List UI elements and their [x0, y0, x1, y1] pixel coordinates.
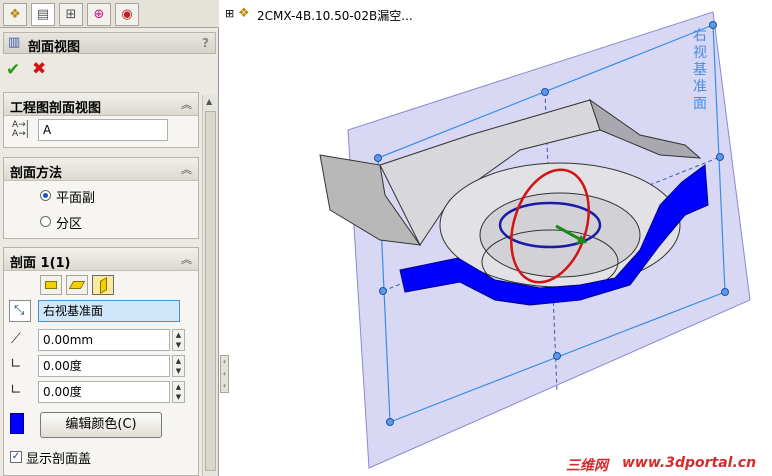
section-plane-xy-button[interactable] — [40, 275, 62, 295]
show-cap-label: 显示剖面盖 — [26, 452, 92, 467]
tab-dimxpert-manager[interactable]: ⊕ — [87, 3, 111, 26]
property-manager-panel: ❖ ▤ ⊞ ⊕ ◉ ▥ 剖面视图 ? ✔ ✖ 工程图剖面视图 ︽ A→| A→| … — [0, 0, 219, 476]
angle-y-field[interactable]: 0.00度 — [38, 381, 170, 403]
property-icon: ▤ — [36, 7, 50, 22]
radio-label: 平面副 — [56, 191, 96, 206]
group-section-1: 剖面 1(1) ︽ ⤡ 右视基准面 ⟋ 0.00mm ▲ ▼ ∟ 0.00度 ▲ ▼… — [3, 247, 199, 476]
radio-zonal[interactable] — [40, 216, 51, 227]
group-title: 剖面 1(1) — [10, 256, 71, 271]
group-header[interactable]: 工程图剖面视图 ︽ — [4, 93, 198, 116]
plane-label: 右视基准面 — [693, 28, 707, 112]
part-icon: ❖ — [238, 6, 250, 21]
scroll-thumb[interactable] — [205, 111, 216, 471]
edit-color-button[interactable]: 编辑颜色(C) — [40, 412, 162, 438]
watermark-text: 三维网 — [566, 458, 608, 474]
display-manager-icon: ◉ — [121, 7, 133, 22]
graphics-viewport[interactable]: 右视基准面 — [220, 0, 772, 476]
property-manager-header: ▥ 剖面视图 ? — [3, 32, 216, 55]
chevron-up-icon[interactable]: ︽ — [181, 96, 192, 112]
angle-y-icon: ∟ — [10, 382, 22, 398]
chevron-up-icon[interactable]: ︽ — [181, 161, 192, 177]
ok-button[interactable]: ✔ — [6, 60, 20, 80]
tab-configuration-manager[interactable]: ⊞ — [59, 3, 83, 26]
reverse-direction-icon: ⤡ — [14, 303, 25, 318]
show-cap-checkbox[interactable]: ✓ — [10, 451, 22, 463]
label-icon: A→| A→| — [12, 120, 29, 139]
page-title: 剖面视图 — [28, 40, 81, 55]
model-view[interactable] — [220, 0, 772, 476]
angle-x-icon: ∟ — [10, 356, 22, 372]
section-color-swatch — [10, 413, 24, 434]
group-header[interactable]: 剖面 1(1) ︽ — [4, 248, 198, 271]
chevron-up-icon[interactable]: ︽ — [181, 251, 192, 267]
tab-feature-manager[interactable]: ❖ — [3, 3, 27, 26]
section-plane-yz-button[interactable] — [92, 275, 114, 295]
manager-tabs: ❖ ▤ ⊞ ⊕ ◉ — [0, 0, 219, 28]
offset-distance-field[interactable]: 0.00mm — [38, 329, 170, 351]
panel-splitter[interactable]: ‹ ‹ ‹ — [220, 355, 229, 393]
group-title: 工程图剖面视图 — [10, 101, 102, 116]
offset-distance-icon: ⟋ — [11, 331, 21, 347]
scroll-up-icon[interactable]: ▲ — [206, 97, 212, 106]
part-name[interactable]: 2CMX-4B.10.50-02B漏空... — [257, 7, 413, 24]
watermark-url: www.3dportal.cn — [622, 455, 757, 471]
tab-display-manager[interactable]: ◉ — [115, 3, 139, 26]
plane-front-icon — [45, 281, 57, 289]
section-view-icon: ▥ — [8, 35, 21, 50]
help-button[interactable]: ? — [202, 36, 209, 50]
section-plane-xz-button[interactable] — [66, 275, 88, 295]
group-header[interactable]: 剖面方法 ︽ — [4, 158, 198, 181]
offset-spinner[interactable]: ▲ ▼ — [172, 329, 185, 351]
cancel-button[interactable]: ✖ — [32, 59, 46, 79]
panel-scrollbar[interactable]: ▲ — [202, 95, 218, 476]
group-title: 剖面方法 — [10, 166, 63, 181]
group-drawing-section-view: 工程图剖面视图 ︽ A→| A→| A — [3, 92, 199, 148]
reverse-direction-button[interactable]: ⤡ — [9, 300, 31, 322]
radio-planar[interactable] — [40, 190, 51, 201]
dimxpert-icon: ⊕ — [93, 7, 105, 22]
reference-plane-field[interactable]: 右视基准面 — [38, 300, 180, 322]
tab-property-manager[interactable]: ▤ — [31, 3, 55, 26]
plane-right-icon — [100, 276, 107, 295]
plane-top-icon — [68, 281, 86, 289]
angle-y-spinner[interactable]: ▲ ▼ — [172, 381, 185, 403]
label-field[interactable]: A — [38, 119, 168, 141]
feature-tree-icon: ❖ — [9, 7, 21, 22]
expand-icon[interactable]: ⊞ — [225, 7, 234, 20]
angle-x-spinner[interactable]: ▲ ▼ — [172, 355, 185, 377]
radio-label: 分区 — [56, 217, 83, 232]
configuration-icon: ⊞ — [65, 7, 77, 22]
angle-x-field[interactable]: 0.00度 — [38, 355, 170, 377]
group-section-method: 剖面方法 ︽ 平面副 分区 — [3, 157, 199, 239]
